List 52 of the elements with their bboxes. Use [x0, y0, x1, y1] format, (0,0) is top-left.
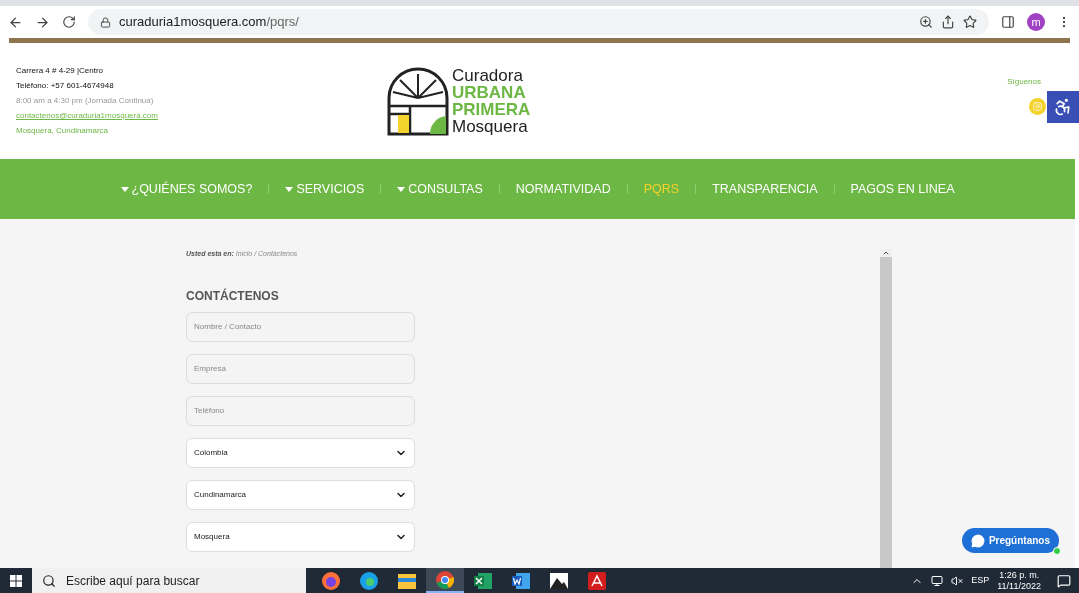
form-title: CONTÁCTENOS — [186, 287, 280, 305]
back-icon[interactable] — [8, 14, 23, 30]
folder-icon[interactable] — [397, 571, 417, 590]
accessibility-button[interactable] — [1047, 90, 1079, 123]
zoom-icon[interactable] — [919, 15, 933, 29]
forward-icon[interactable] — [35, 14, 50, 30]
contact-text: Carrera 4 # 4-29 |Centro — [16, 65, 104, 77]
pdf-icon[interactable] — [588, 571, 606, 590]
clock-time[interactable]: 1:26 p. m. — [999, 570, 1040, 581]
caret-down-icon — [120, 186, 129, 192]
contact-text: Mosquera, Cundinamarca — [16, 125, 110, 137]
text-field[interactable]: Nombre / Contacto — [186, 311, 415, 342]
instagram-icon — [1033, 102, 1042, 111]
scrollbar[interactable] — [880, 249, 892, 568]
notification-icon[interactable] — [1057, 573, 1071, 588]
messenger-icon — [970, 533, 985, 548]
chrome-icon[interactable] — [435, 569, 455, 590]
select-field[interactable]: Mosquera — [186, 521, 415, 552]
select-field[interactable]: Colombia — [186, 437, 415, 468]
network-icon[interactable] — [931, 574, 944, 587]
share-icon[interactable] — [941, 15, 955, 29]
spreadsheet-icon[interactable] — [473, 571, 493, 590]
logo-wordmark: Curadora URBANA PRIMERA Mosquera — [452, 67, 531, 135]
speaker-muted-icon[interactable] — [951, 574, 964, 587]
text-field[interactable]: Teléfono — [186, 395, 415, 426]
accessibility-icon — [1053, 96, 1073, 117]
scroll-up-icon[interactable] — [880, 249, 892, 257]
email-link[interactable]: contactenos@curaduria1mosquera.com — [16, 110, 386, 122]
arch-window-logo-icon — [386, 66, 450, 136]
follow-label: Síguenos — [1007, 75, 1041, 88]
profile-avatar[interactable]: m — [1027, 13, 1045, 31]
taskbar-search-field[interactable]: Escribe aquí para buscar — [32, 568, 306, 593]
contact-text: Teléfono: +57 601-4674948 — [16, 80, 115, 92]
star-icon[interactable] — [963, 15, 977, 29]
chat-button[interactable]: Pregúntanos — [961, 528, 1059, 553]
mountain-image-icon[interactable] — [549, 571, 569, 590]
reload-icon[interactable] — [62, 15, 76, 29]
lock-icon — [100, 16, 111, 28]
url-text: curaduria1mosquera.com/pqrs/ — [119, 13, 299, 32]
text-field[interactable]: Empresa — [186, 353, 415, 384]
address-bar[interactable]: curaduria1mosquera.com/pqrs/ — [88, 9, 989, 35]
taskbar-app[interactable] — [426, 568, 464, 593]
language-indicator[interactable]: ESP — [971, 573, 990, 588]
search-icon — [42, 573, 56, 588]
caret-down-icon — [285, 186, 294, 192]
side-panel-icon[interactable] — [1001, 15, 1015, 29]
clock-date[interactable]: 11/11/2022 — [997, 581, 1041, 592]
document-icon[interactable] — [511, 571, 531, 590]
windows-logo-icon[interactable] — [10, 574, 22, 587]
select-field[interactable]: Cundinamarca — [186, 479, 415, 510]
contact-text: 8:00 am a 4:30 pm (Jornada Continua) — [16, 95, 155, 107]
caret-down-icon — [397, 186, 406, 192]
